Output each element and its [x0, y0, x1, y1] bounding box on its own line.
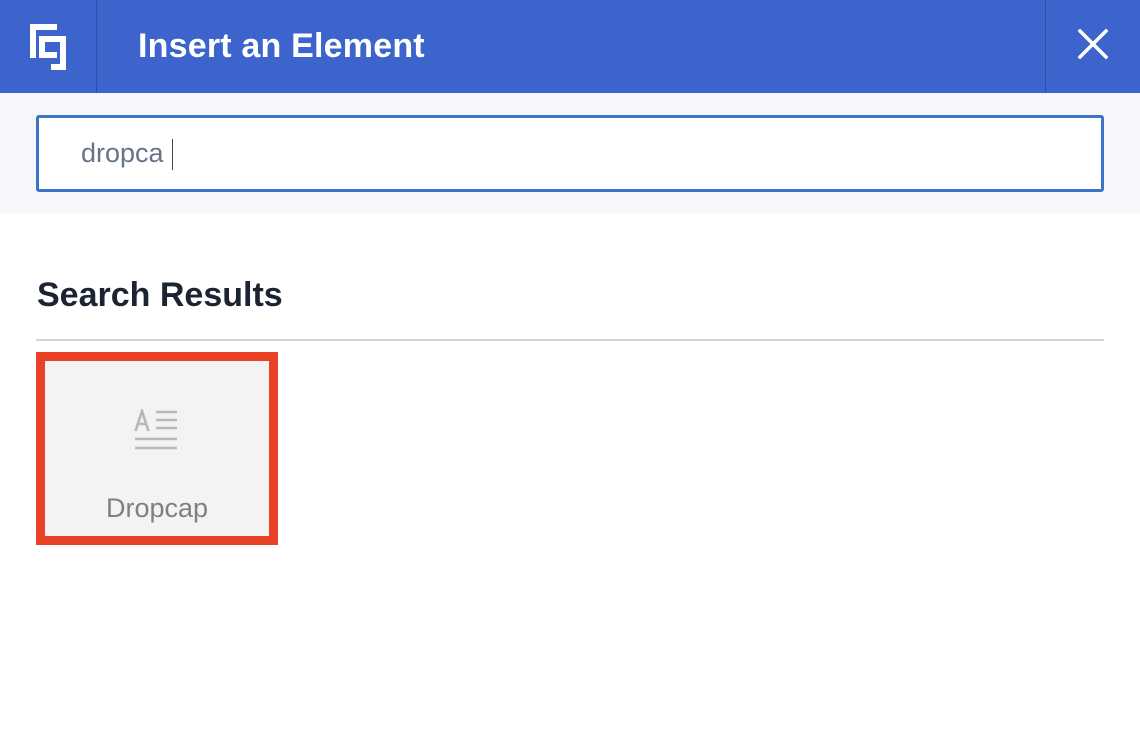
- element-tile-label: Dropcap: [105, 493, 209, 523]
- text-caret: [172, 139, 173, 170]
- close-icon: [1077, 28, 1109, 64]
- modal-header: Insert an Element: [0, 0, 1140, 93]
- search-bar: [0, 93, 1140, 213]
- search-results-heading: Search Results: [37, 276, 283, 314]
- logo: [0, 0, 97, 93]
- search-input[interactable]: [36, 115, 1104, 192]
- close-button[interactable]: [1045, 0, 1140, 93]
- modal-title: Insert an Element: [138, 27, 425, 65]
- dropcap-icon: [134, 406, 178, 456]
- divider: [36, 339, 1104, 341]
- element-tile-dropcap[interactable]: Dropcap: [36, 352, 278, 545]
- builder-logo-icon: [28, 22, 68, 72]
